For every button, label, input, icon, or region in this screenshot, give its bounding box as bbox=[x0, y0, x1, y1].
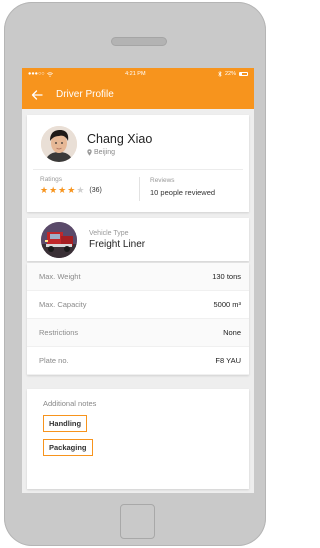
spec-row-max-capacity: Max. Capacity 5000 m³ bbox=[27, 291, 249, 319]
vehicle-type-value: Freight Liner bbox=[89, 238, 146, 250]
reviews-value: 10 people reviewed bbox=[150, 188, 216, 197]
driver-avatar bbox=[41, 125, 77, 162]
spec-label: Restrictions bbox=[39, 328, 79, 337]
battery-icon bbox=[239, 72, 248, 76]
bluetooth-icon bbox=[218, 71, 222, 77]
carrier-signal: ●●●○○ bbox=[28, 71, 45, 77]
star-icon: ★ bbox=[67, 185, 76, 195]
page-title: Driver Profile bbox=[56, 89, 114, 100]
battery-percent: 22% bbox=[224, 71, 236, 77]
vehicle-type-label: Vehicle Type bbox=[89, 229, 129, 237]
status-time: 4:21 PM bbox=[125, 71, 146, 77]
spec-label: Max. Capacity bbox=[39, 300, 87, 309]
vehicle-image bbox=[41, 221, 77, 258]
spec-value: None bbox=[223, 328, 241, 337]
app-screen: ●●●○○ 4:21 PM 22% Driver Profile Chang X… bbox=[22, 68, 254, 493]
driver-profile-card: Chang Xiao Beijing Ratings ★ ★ ★ ★ ★ (36… bbox=[27, 115, 249, 212]
location-text: Beijing bbox=[94, 148, 116, 156]
star-empty-icon: ★ bbox=[76, 185, 85, 195]
notes-title: Additional notes bbox=[43, 399, 97, 408]
home-button[interactable] bbox=[120, 504, 155, 539]
vehicle-spec-list: Max. Weight 130 tons Max. Capacity 5000 … bbox=[27, 263, 249, 375]
spec-row-restrictions: Restrictions None bbox=[27, 319, 249, 347]
note-tag-handling[interactable]: Handling bbox=[43, 415, 88, 432]
nav-bar: Driver Profile bbox=[22, 80, 254, 109]
driver-stats: Ratings ★ ★ ★ ★ ★ (36) Reviews 10 people… bbox=[27, 170, 249, 208]
ratings-label: Ratings bbox=[40, 176, 63, 183]
star-icon: ★ bbox=[58, 185, 67, 195]
rating-count: (36) bbox=[89, 187, 102, 194]
rating-stars: ★ ★ ★ ★ ★ (36) bbox=[40, 186, 139, 195]
star-icon: ★ bbox=[49, 185, 58, 195]
reviews-label: Reviews bbox=[150, 177, 175, 184]
arrow-left-icon[interactable] bbox=[30, 88, 44, 102]
driver-name: Chang Xiao bbox=[87, 131, 153, 146]
ratings-stat[interactable]: Ratings ★ ★ ★ ★ ★ (36) bbox=[27, 176, 139, 208]
spec-row-plate-no: Plate no. F8 YAU bbox=[27, 347, 249, 375]
phone-frame: ●●●○○ 4:21 PM 22% Driver Profile Chang X… bbox=[4, 2, 266, 546]
signal-indicator: ●●●○○ bbox=[28, 71, 53, 77]
location-pin-icon bbox=[87, 148, 92, 156]
driver-location: Beijing bbox=[87, 149, 152, 156]
reviews-stat[interactable]: Reviews 10 people reviewed bbox=[139, 177, 249, 201]
note-tag-packaging[interactable]: Packaging bbox=[43, 439, 93, 456]
spec-row-max-weight: Max. Weight 130 tons bbox=[27, 263, 249, 291]
spec-label: Plate no. bbox=[39, 356, 69, 365]
phone-speaker bbox=[111, 37, 167, 46]
vehicle-card: Vehicle Type Freight Liner bbox=[27, 218, 249, 261]
wifi-icon bbox=[46, 71, 53, 77]
spec-value: F8 YAU bbox=[215, 356, 241, 365]
spec-value: 5000 m³ bbox=[213, 300, 241, 309]
spec-label: Max. Weight bbox=[39, 272, 81, 281]
status-bar: ●●●○○ 4:21 PM 22% bbox=[22, 68, 254, 80]
spec-value: 130 tons bbox=[212, 272, 241, 281]
additional-notes-card: Additional notes Handling Packaging bbox=[27, 389, 249, 489]
star-icon: ★ bbox=[40, 185, 49, 195]
